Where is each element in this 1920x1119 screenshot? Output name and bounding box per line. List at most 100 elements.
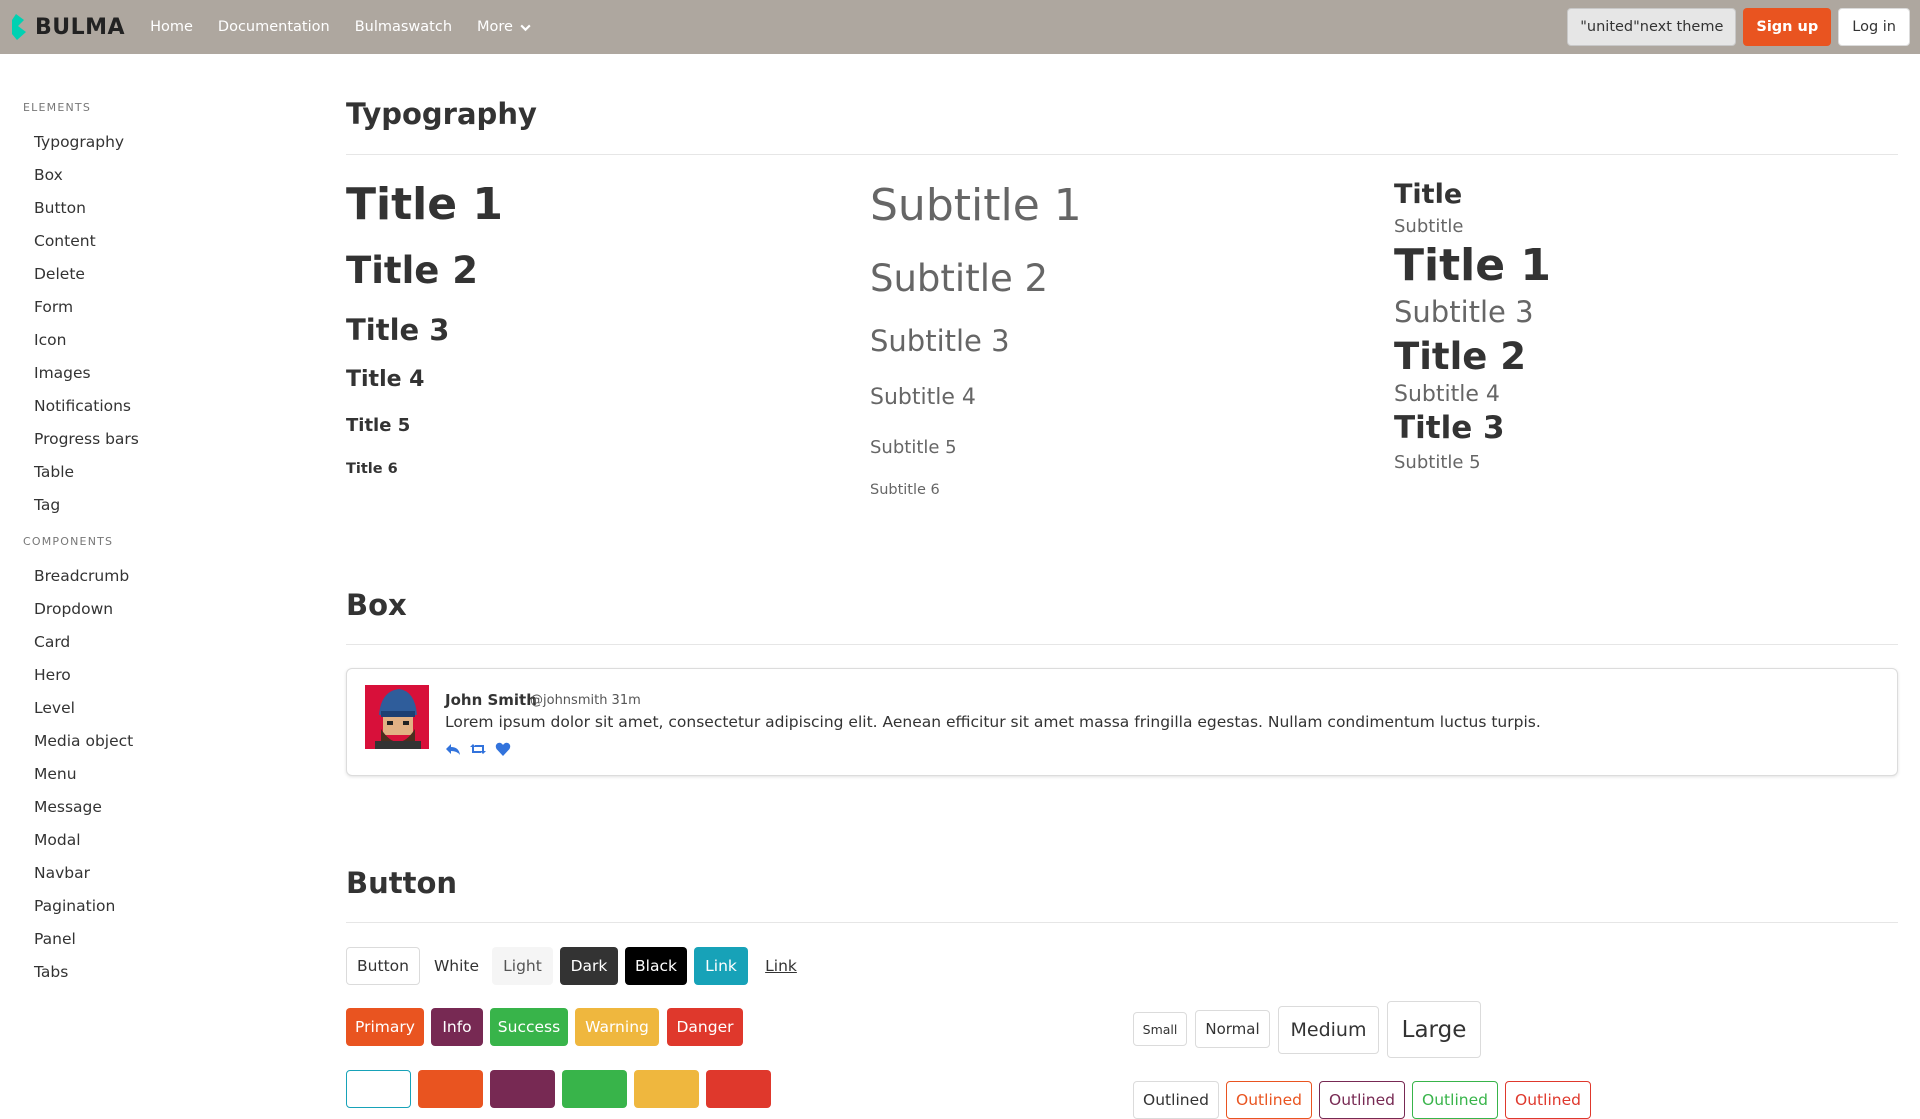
- nav-more-label: More: [477, 19, 513, 35]
- sidebar-item-panel[interactable]: Panel: [34, 930, 76, 948]
- title-4: Title 4: [346, 367, 425, 392]
- sidebar-item-icon[interactable]: Icon: [34, 331, 66, 349]
- sidebar-item-breadcrumb[interactable]: Breadcrumb: [34, 567, 129, 585]
- button-dark[interactable]: Dark: [560, 947, 618, 985]
- button-outlined-danger[interactable]: Outlined: [1505, 1081, 1591, 1119]
- button-normal[interactable]: Normal: [1195, 1010, 1270, 1048]
- button-outlined-default[interactable]: Outlined: [1133, 1081, 1219, 1119]
- sidebar-item-dropdown[interactable]: Dropdown: [34, 600, 113, 618]
- subtitle-2: Subtitle 2: [870, 257, 1049, 300]
- tweet-box: John Smith @johnsmith 31m Lorem ipsum do…: [346, 668, 1898, 776]
- pair-title-2: Title 2: [1394, 335, 1527, 378]
- subtitle-6: Subtitle 6: [870, 482, 940, 498]
- chevron-down-icon: [520, 24, 531, 31]
- sidebar-item-form[interactable]: Form: [34, 298, 73, 316]
- sidebar-item-modal[interactable]: Modal: [34, 831, 81, 849]
- button-black[interactable]: Black: [625, 947, 687, 985]
- subtitle-3: Subtitle 3: [870, 324, 1010, 358]
- pair-subtitle-3: Subtitle 3: [1394, 295, 1534, 329]
- avatar: [365, 685, 429, 749]
- button-danger[interactable]: Danger: [667, 1008, 743, 1046]
- top-navbar: BULMA Home Documentation Bulmaswatch Mor…: [0, 0, 1920, 54]
- reply-icon[interactable]: [445, 741, 461, 757]
- menu-label-components: COMPONENTS: [23, 535, 114, 548]
- title-1: Title 1: [346, 179, 503, 230]
- typography-divider: [346, 154, 1898, 155]
- sidebar-item-level[interactable]: Level: [34, 699, 75, 717]
- bulma-logo-icon: [12, 14, 26, 40]
- sidebar-item-tabs[interactable]: Tabs: [34, 963, 68, 981]
- button-default[interactable]: Button: [346, 947, 420, 985]
- heart-icon[interactable]: [495, 741, 511, 757]
- nav-more-dropdown[interactable]: More: [477, 0, 532, 54]
- next-theme-button[interactable]: "united"next theme: [1567, 8, 1737, 46]
- sidebar-item-delete[interactable]: Delete: [34, 265, 85, 283]
- pair-title-3: Title 3: [1394, 410, 1505, 446]
- brand[interactable]: BULMA: [10, 0, 125, 54]
- button-light[interactable]: Light: [492, 947, 553, 985]
- button-warning[interactable]: Warning: [575, 1008, 659, 1046]
- box-heading: Box: [346, 588, 407, 622]
- button-divider: [346, 922, 1898, 923]
- subtitle-5: Subtitle 5: [870, 437, 957, 458]
- sidebar-item-hero[interactable]: Hero: [34, 666, 71, 684]
- button-white[interactable]: White: [427, 947, 486, 985]
- pair-title: Title: [1394, 179, 1463, 210]
- button-small[interactable]: Small: [1133, 1012, 1187, 1046]
- title-3: Title 3: [346, 313, 450, 347]
- title-2: Title 2: [346, 249, 479, 292]
- sidebar-item-card[interactable]: Card: [34, 633, 70, 651]
- nav-documentation[interactable]: Documentation: [218, 0, 330, 54]
- button-row3-info[interactable]: [490, 1070, 555, 1108]
- button-info[interactable]: Info: [431, 1008, 483, 1046]
- button-row3-primary[interactable]: [418, 1070, 483, 1108]
- button-primary[interactable]: Primary: [346, 1008, 424, 1046]
- button-success[interactable]: Success: [490, 1008, 568, 1046]
- brand-text: BULMA: [35, 14, 126, 40]
- sidebar-item-box[interactable]: Box: [34, 166, 63, 184]
- menu-label-elements: ELEMENTS: [23, 101, 91, 114]
- button-row3-warning[interactable]: [634, 1070, 699, 1108]
- button-row3-danger[interactable]: [706, 1070, 771, 1108]
- button-heading: Button: [346, 866, 458, 900]
- sidebar-item-pagination[interactable]: Pagination: [34, 897, 115, 915]
- sidebar-item-media-object[interactable]: Media object: [34, 732, 133, 750]
- sidebar-item-images[interactable]: Images: [34, 364, 91, 382]
- button-row3-outline[interactable]: [346, 1070, 411, 1108]
- title-5: Title 5: [346, 415, 411, 436]
- sidebar-item-typography[interactable]: Typography: [34, 133, 124, 151]
- button-medium[interactable]: Medium: [1278, 1006, 1379, 1054]
- subtitle-4: Subtitle 4: [870, 385, 976, 410]
- button-outlined-success[interactable]: Outlined: [1412, 1081, 1498, 1119]
- sidebar-item-menu[interactable]: Menu: [34, 765, 77, 783]
- sidebar-item-message[interactable]: Message: [34, 798, 102, 816]
- sidebar-item-table[interactable]: Table: [34, 463, 74, 481]
- pair-subtitle-4: Subtitle 4: [1394, 382, 1500, 407]
- typography-heading: Typography: [346, 97, 537, 131]
- pair-subtitle: Subtitle: [1394, 216, 1464, 237]
- tweet-text: Lorem ipsum dolor sit amet, consectetur …: [445, 713, 1541, 731]
- sidebar-item-tag[interactable]: Tag: [34, 496, 60, 514]
- retweet-icon[interactable]: [470, 741, 486, 757]
- button-outlined-primary[interactable]: Outlined: [1226, 1081, 1312, 1119]
- tweet-author[interactable]: John Smith: [445, 691, 537, 709]
- navbar-end: "united"next theme Sign up Log in: [1567, 0, 1910, 54]
- signup-button[interactable]: Sign up: [1743, 8, 1832, 46]
- login-button[interactable]: Log in: [1838, 8, 1910, 46]
- sidebar-item-navbar[interactable]: Navbar: [34, 864, 90, 882]
- subtitle-1: Subtitle 1: [870, 180, 1082, 231]
- sidebar-item-progress-bars[interactable]: Progress bars: [34, 430, 139, 448]
- button-text-link[interactable]: Link: [756, 947, 806, 985]
- nav-bulmaswatch[interactable]: Bulmaswatch: [355, 0, 452, 54]
- button-link-colored[interactable]: Link: [694, 947, 748, 985]
- button-outlined-info[interactable]: Outlined: [1319, 1081, 1405, 1119]
- nav-home[interactable]: Home: [150, 0, 193, 54]
- box-divider: [346, 644, 1898, 645]
- pair-subtitle-5: Subtitle 5: [1394, 452, 1481, 473]
- sidebar-item-content[interactable]: Content: [34, 232, 96, 250]
- button-large[interactable]: Large: [1387, 1001, 1481, 1058]
- button-row3-success[interactable]: [562, 1070, 627, 1108]
- sidebar-item-notifications[interactable]: Notifications: [34, 397, 131, 415]
- tweet-handle-time: @johnsmith 31m: [530, 693, 641, 708]
- sidebar-item-button[interactable]: Button: [34, 199, 86, 217]
